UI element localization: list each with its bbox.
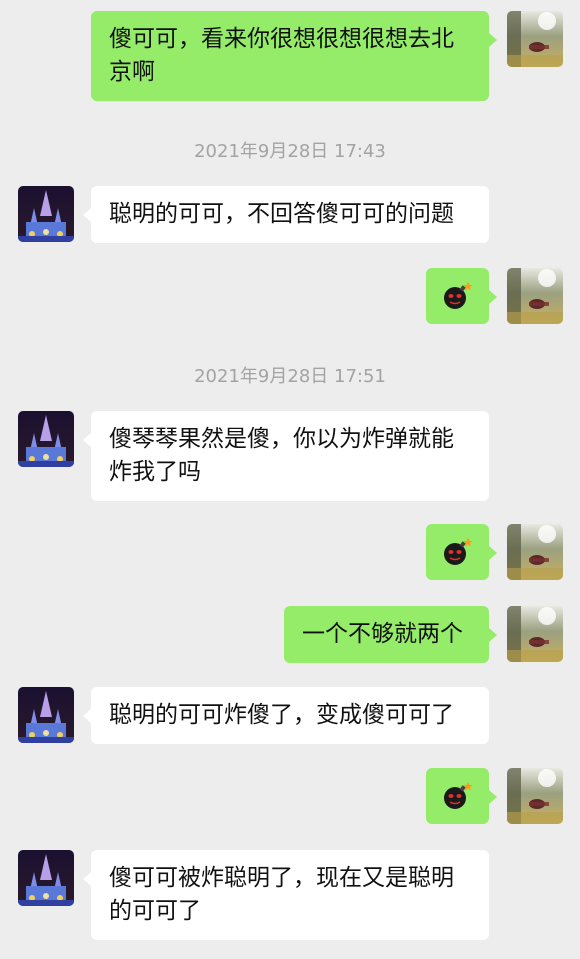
self-avatar[interactable] [507,524,563,580]
message-bubble-incoming[interactable]: 聪明的可可炸傻了，变成傻可可了 [83,687,489,744]
castle-night-avatar-icon [18,186,74,242]
park-photo-avatar-icon [507,606,563,662]
bomb-emoji-icon [444,538,473,565]
timestamp: 2021年9月28日 17:51 [194,366,386,387]
castle-night-avatar-icon [18,411,74,467]
park-photo-avatar-icon [507,768,563,824]
self-avatar[interactable] [507,268,563,324]
message-bubble-outgoing-sticker[interactable] [426,524,497,580]
contact-avatar[interactable] [18,186,74,242]
message-bubble-incoming[interactable]: 傻可可被炸聪明了，现在又是聪明的可可了 [83,850,489,940]
contact-avatar[interactable] [18,687,74,743]
message-bubble-incoming[interactable]: 傻琴琴果然是傻，你以为炸弹就能炸我了吗 [83,411,489,501]
contact-avatar[interactable] [18,411,74,467]
message-text: 一个不够就两个 [302,621,463,647]
park-photo-avatar-icon [507,524,563,580]
message-bubble-outgoing[interactable]: 一个不够就两个 [284,606,497,663]
message-text: 傻可可，看来你很想很想很想去北京啊 [109,26,454,85]
message-bubble-incoming[interactable]: 聪明的可可，不回答傻可可的问题 [83,186,489,243]
message-bubble-outgoing-sticker[interactable] [426,768,497,824]
contact-avatar[interactable] [18,850,74,906]
self-avatar[interactable] [507,606,563,662]
message-bubble-outgoing[interactable]: 傻可可，看来你很想很想很想去北京啊 [91,11,497,101]
message-text: 傻可可被炸聪明了，现在又是聪明的可可了 [109,865,454,924]
castle-night-avatar-icon [18,850,74,906]
chat-message-list[interactable]: 傻可可，看来你很想很想很想去北京啊 2021年9月28日 17:43 聪明的可可… [0,0,580,959]
park-photo-avatar-icon [507,268,563,324]
bomb-emoji-icon [444,782,473,809]
self-avatar[interactable] [507,11,563,67]
message-text: 聪明的可可炸傻了，变成傻可可了 [109,702,454,728]
park-photo-avatar-icon [507,11,563,67]
bomb-emoji-icon [444,282,473,309]
message-bubble-outgoing-sticker[interactable] [426,268,497,324]
message-text: 傻琴琴果然是傻，你以为炸弹就能炸我了吗 [109,426,454,485]
castle-night-avatar-icon [18,687,74,743]
timestamp: 2021年9月28日 17:43 [194,141,386,162]
message-text: 聪明的可可，不回答傻可可的问题 [109,201,454,227]
self-avatar[interactable] [507,768,563,824]
